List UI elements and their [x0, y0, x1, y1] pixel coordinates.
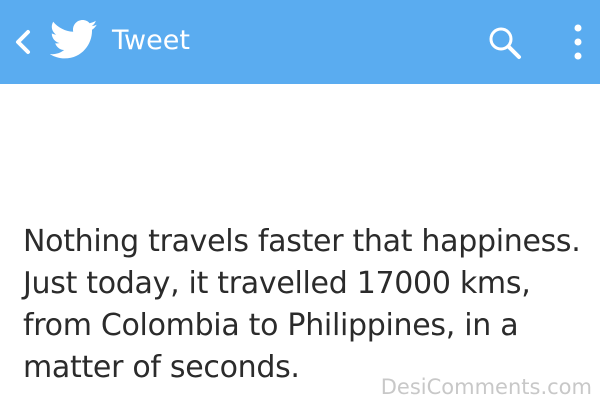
- more-vertical-icon: [574, 24, 582, 60]
- search-button[interactable]: [482, 20, 526, 64]
- watermark: DesiComments.com: [380, 375, 592, 399]
- search-icon: [489, 27, 521, 59]
- chevron-left-icon: [16, 30, 30, 54]
- tweet-line: Nothing travels faster that happiness.: [23, 224, 581, 259]
- app-bar: Tweet: [0, 0, 600, 84]
- overflow-menu-button[interactable]: [564, 18, 592, 66]
- back-button[interactable]: [8, 22, 40, 62]
- page-title: Tweet: [112, 25, 190, 56]
- tweet-text: Nothing travels faster that happiness. J…: [23, 221, 583, 389]
- twitter-bird-icon: [49, 20, 98, 60]
- tweet-line: from Colombia to Philippines, in a: [23, 308, 519, 343]
- tweet-line: Just today, it travelled 17000 kms,: [23, 266, 531, 301]
